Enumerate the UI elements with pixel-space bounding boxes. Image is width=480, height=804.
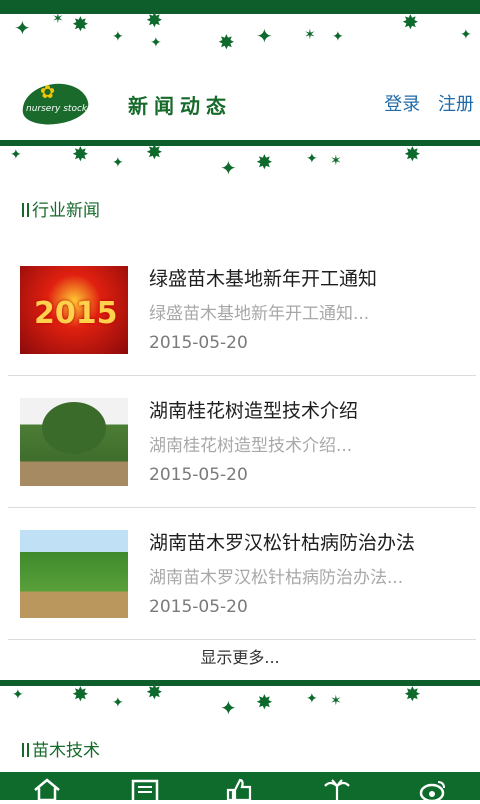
header-bottom-decoration: ✦ ✸ ✦ ✸ ✦ ✸ ✦ ✶ ✸ (0, 140, 480, 180)
auth-links: 登录 注册 (372, 90, 474, 116)
weibo-icon[interactable] (418, 778, 448, 803)
star-decoration: ✸ (256, 690, 273, 714)
thumbnail-year-text: 2015 (34, 296, 118, 331)
news-title: 绿盛苗木基地新年开工通知 (149, 268, 378, 290)
star-decoration: ✸ (72, 142, 89, 166)
logo-text: nursery stock (26, 104, 88, 114)
section-title-text: 行业新闻 (32, 201, 100, 221)
tree-image (42, 402, 106, 454)
star-decoration: ✦ (460, 27, 472, 43)
show-more-button[interactable]: 显示更多... (0, 644, 480, 668)
news-date: 2015-05-20 (149, 597, 248, 617)
star-decoration: ✦ (332, 29, 344, 45)
star-decoration: ✦ (306, 151, 318, 167)
section-title-seedling-tech: 苗木技术 (22, 736, 100, 761)
news-icon[interactable] (130, 778, 160, 804)
star-decoration: ✸ (256, 150, 273, 174)
star-decoration: ✶ (52, 11, 64, 27)
news-date: 2015-05-20 (149, 333, 248, 353)
news-list: 2015 绿盛苗木基地新年开工通知 绿盛苗木基地新年开工通知... 2015-0… (8, 244, 476, 640)
star-decoration: ✸ (146, 140, 163, 164)
star-decoration: ✦ (220, 696, 237, 720)
star-decoration: ✸ (146, 680, 163, 704)
bottom-navigation-bar (0, 772, 480, 804)
star-decoration: ✸ (72, 12, 89, 36)
star-decoration: ✸ (72, 682, 89, 706)
palm-tree-icon[interactable] (322, 778, 352, 800)
flower-icon: ✿ (40, 82, 56, 103)
section-divider-decoration: ✦ ✸ ✦ ✸ ✦ ✸ ✦ ✶ ✸ (0, 680, 480, 725)
star-decoration: ✦ (12, 687, 24, 703)
star-decoration: ✦ (220, 156, 237, 180)
star-decoration: ✸ (404, 142, 421, 166)
star-decoration: ✶ (304, 27, 316, 43)
star-decoration: ✶ (330, 153, 342, 169)
news-summary: 绿盛苗木基地新年开工通知... (149, 304, 370, 324)
star-decoration: ✦ (150, 35, 162, 51)
star-decoration: ✶ (330, 693, 342, 709)
star-decoration: ✸ (218, 30, 235, 54)
section-marker (27, 203, 29, 217)
page-title: 新闻动态 (128, 94, 232, 118)
register-link[interactable]: 注册 (438, 94, 474, 115)
thumbs-up-icon[interactable] (224, 778, 254, 802)
section-marker (22, 743, 24, 757)
star-decoration: ✦ (112, 155, 124, 171)
login-link[interactable]: 登录 (384, 94, 420, 115)
section-title-industry-news: 行业新闻 (22, 196, 100, 221)
section-marker (22, 203, 24, 217)
news-thumbnail: 2015 (20, 266, 128, 354)
section-title-text: 苗木技术 (32, 741, 100, 761)
star-decoration: ✸ (402, 10, 419, 34)
news-title: 湖南桂花树造型技术介绍 (149, 400, 359, 422)
news-thumbnail (20, 530, 128, 618)
star-decoration: ✦ (14, 16, 31, 40)
star-decoration: ✦ (256, 24, 273, 48)
app-header: ✿ nursery stock 新闻动态 登录 注册 (0, 56, 480, 140)
news-item[interactable]: 2015 绿盛苗木基地新年开工通知 绿盛苗木基地新年开工通知... 2015-0… (8, 244, 476, 376)
news-summary: 湖南苗木罗汉松针枯病防治办法... (149, 568, 404, 588)
section-marker (27, 743, 29, 757)
star-decoration: ✸ (404, 682, 421, 706)
star-decoration: ✦ (306, 691, 318, 707)
news-item[interactable]: 湖南苗木罗汉松针枯病防治办法 湖南苗木罗汉松针枯病防治办法... 2015-05… (8, 508, 476, 640)
nursery-stock-logo[interactable]: ✿ nursery stock (19, 79, 91, 129)
news-title: 湖南苗木罗汉松针枯病防治办法 (149, 532, 416, 554)
news-date: 2015-05-20 (149, 465, 248, 485)
news-thumbnail (20, 398, 128, 486)
star-decoration: ✦ (112, 29, 124, 45)
top-decoration: ✦ ✶ ✸ ✦ ✸ ✦ ✸ ✦ ✶ ✦ ✸ ✦ (0, 0, 480, 56)
star-decoration: ✸ (146, 8, 163, 32)
news-summary: 湖南桂花树造型技术介绍... (149, 436, 353, 456)
news-item[interactable]: 湖南桂花树造型技术介绍 湖南桂花树造型技术介绍... 2015-05-20 (8, 376, 476, 508)
star-decoration: ✦ (112, 695, 124, 711)
star-decoration: ✦ (10, 147, 22, 163)
home-icon[interactable] (32, 778, 62, 802)
